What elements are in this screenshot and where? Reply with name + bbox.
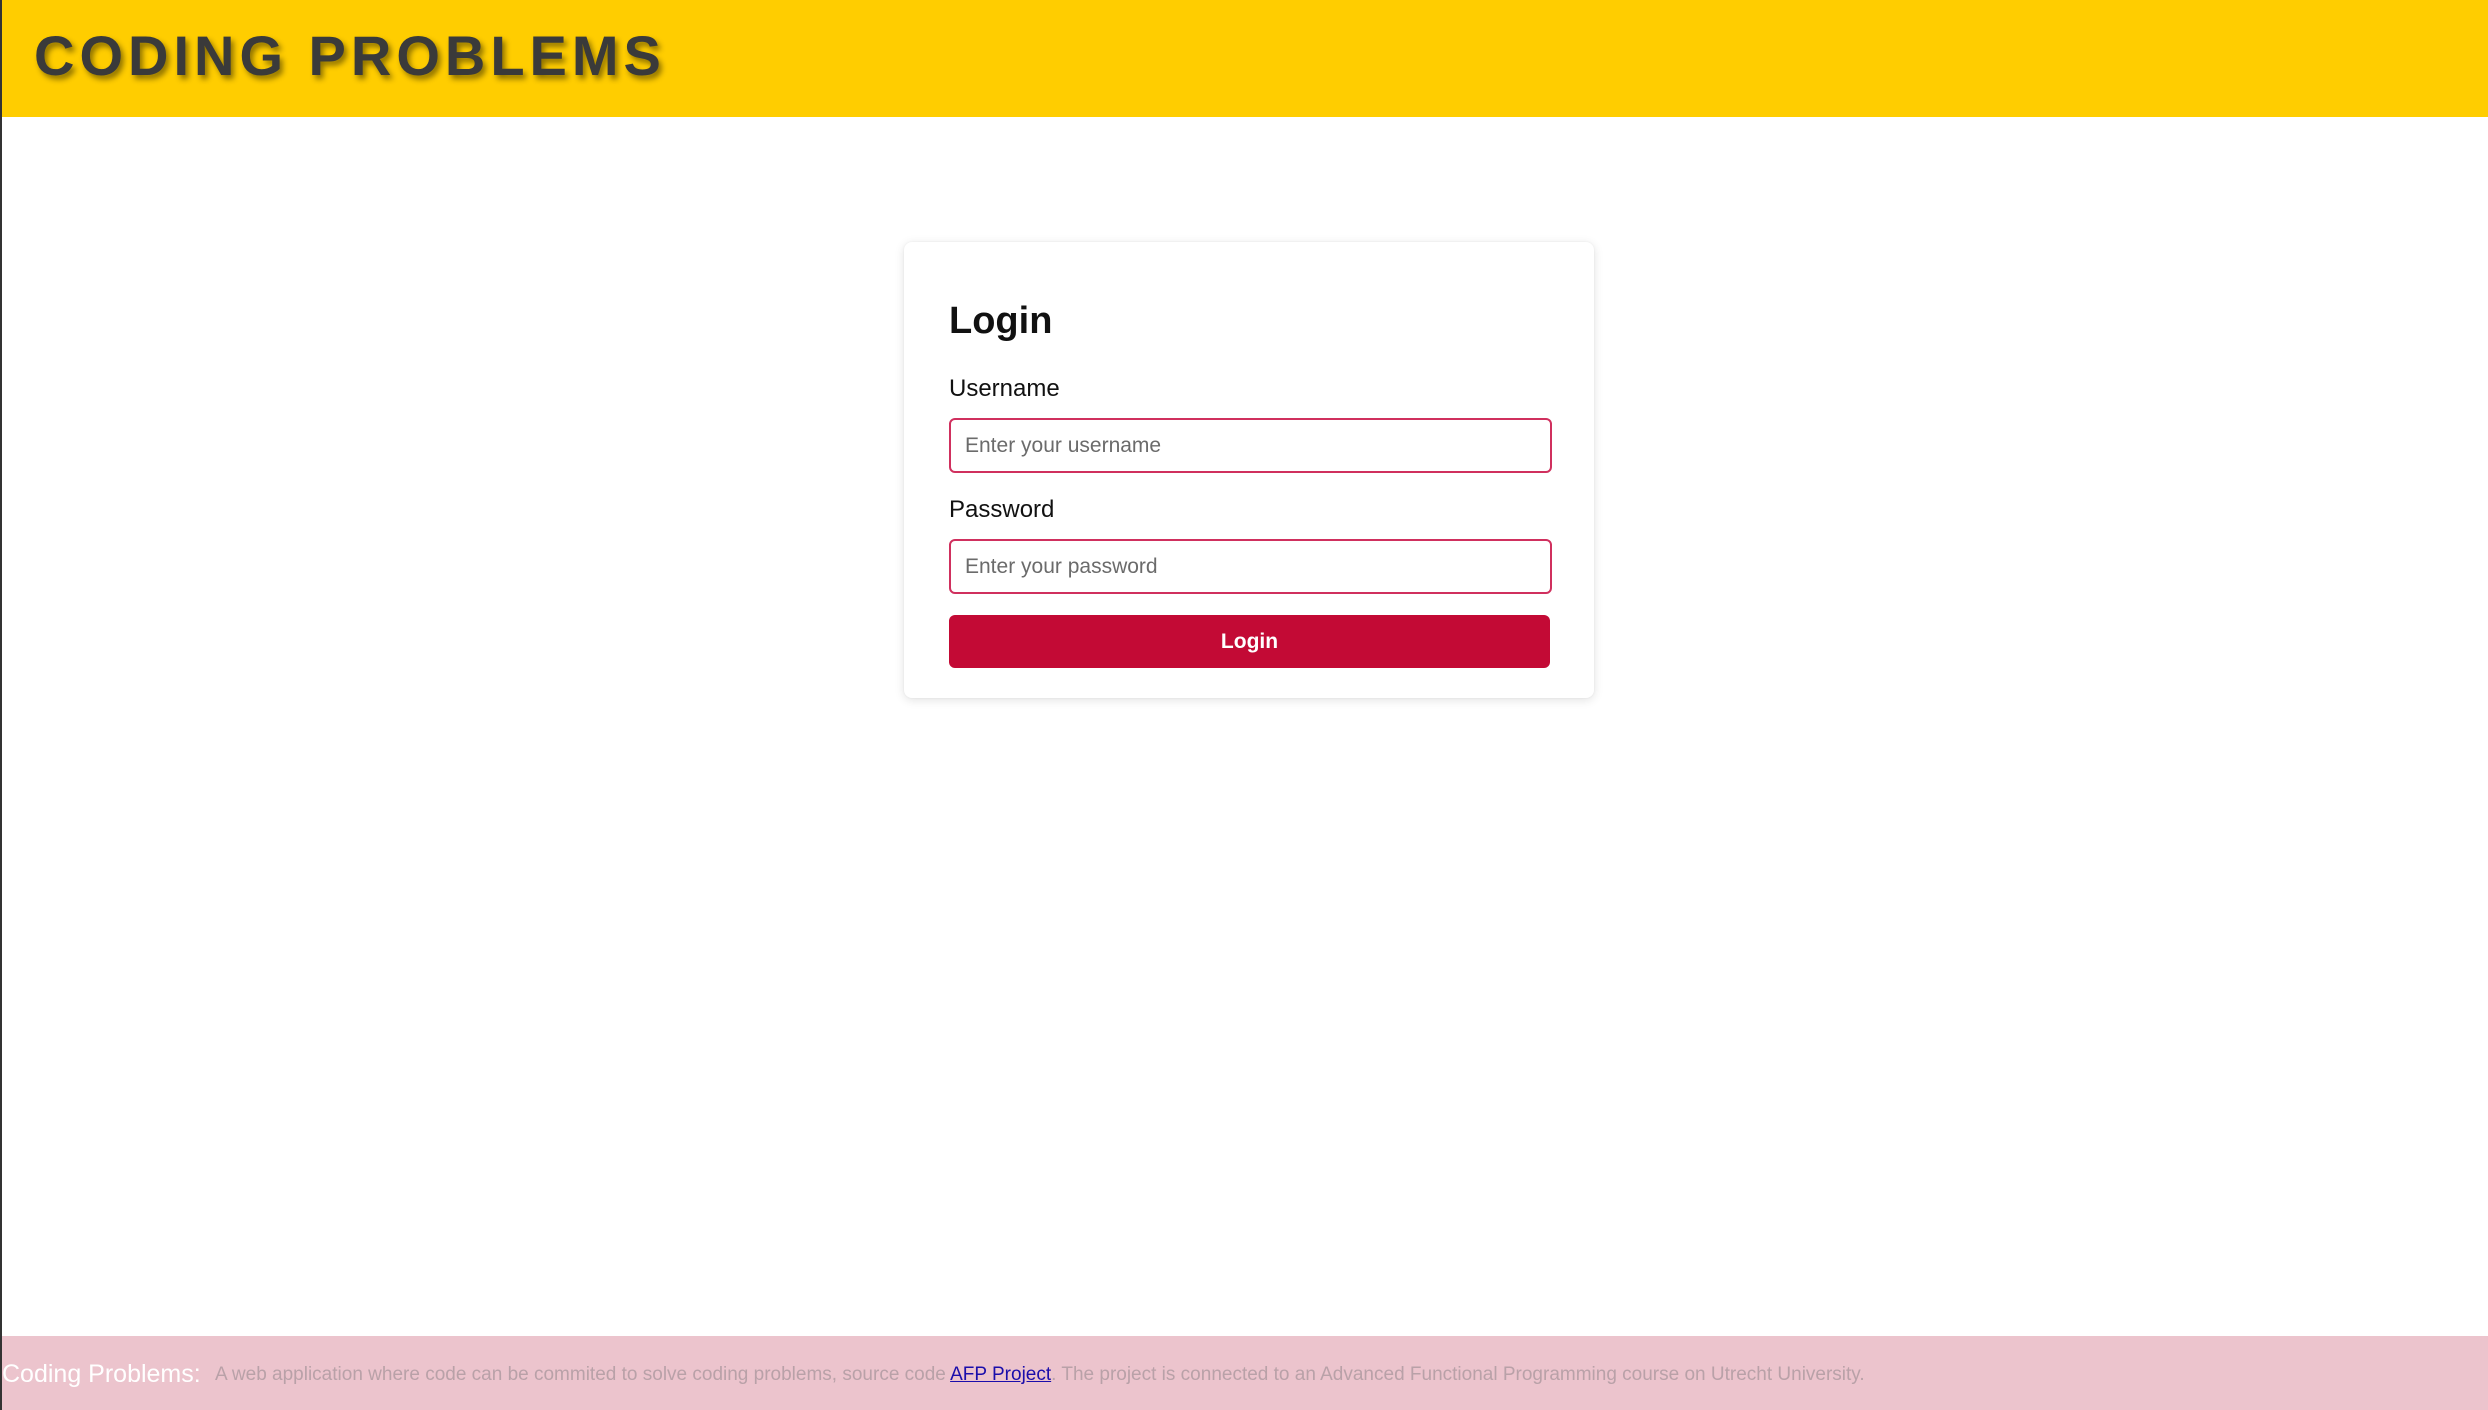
login-card: Login Username Password Login: [904, 242, 1594, 698]
footer: Coding Problems: A web application where…: [2, 1336, 2488, 1410]
footer-description-suffix: . The project is connected to an Advance…: [1051, 1364, 1865, 1385]
footer-title: Coding Problems:: [2, 1360, 201, 1388]
page: CODING PROBLEMS Login Username Password …: [0, 0, 2488, 1410]
password-input[interactable]: [949, 539, 1552, 594]
password-label: Password: [949, 496, 1055, 523]
brand-title[interactable]: CODING PROBLEMS: [34, 24, 666, 88]
afp-project-link[interactable]: AFP Project: [950, 1364, 1051, 1385]
username-input[interactable]: [949, 418, 1552, 473]
footer-description-prefix: A web application where code can be comm…: [215, 1364, 946, 1385]
footer-description: A web application where code can be comm…: [215, 1363, 1865, 1387]
login-title: Login: [949, 300, 1053, 342]
app-header: CODING PROBLEMS: [2, 0, 2488, 117]
login-button[interactable]: Login: [949, 615, 1550, 668]
username-label: Username: [949, 375, 1060, 402]
